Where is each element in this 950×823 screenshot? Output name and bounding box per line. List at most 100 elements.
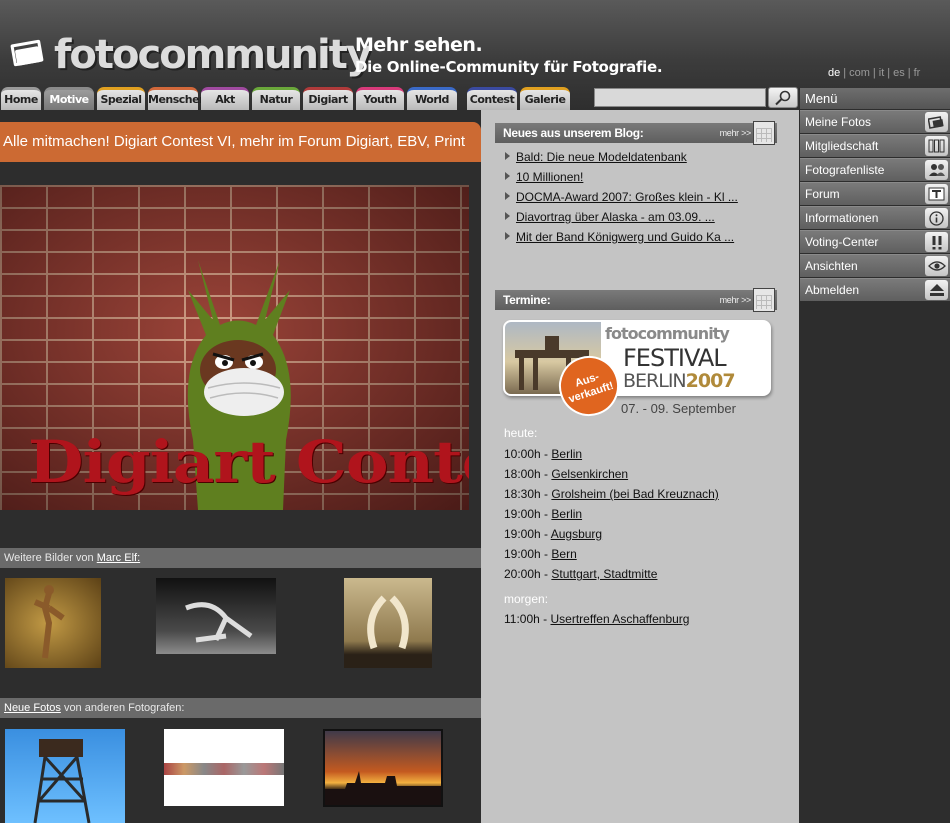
- event-item: 18:30h - Grolsheim (bei Bad Kreuznach): [504, 487, 719, 501]
- tab-spezial[interactable]: Spezial: [97, 87, 145, 110]
- author-photo-thumb[interactable]: [156, 578, 276, 654]
- search-button[interactable]: [768, 87, 798, 108]
- menu-item-meine-fotos[interactable]: Meine Fotos: [800, 110, 950, 133]
- blog-item[interactable]: DOCMA-Award 2007: Großes klein - Kl ...: [505, 190, 738, 204]
- event-place-link[interactable]: Berlin: [551, 507, 582, 521]
- event-item: 10:00h - Berlin: [504, 447, 582, 461]
- blog-item[interactable]: 10 Millionen!: [505, 170, 583, 184]
- tab-youth[interactable]: Youth: [356, 87, 404, 110]
- arrow-right-icon: [505, 192, 510, 200]
- festival-city: BERLIN: [623, 370, 687, 392]
- tab-akt[interactable]: Akt: [201, 87, 249, 110]
- site-logo[interactable]: fotocommunity: [8, 30, 372, 80]
- search-icon: [775, 90, 791, 105]
- festival-dates: 07. - 09. September: [621, 401, 736, 416]
- lang-com[interactable]: com: [849, 67, 870, 79]
- new-photo-thumb[interactable]: [5, 729, 125, 823]
- language-switcher: de | com | it | es | fr: [828, 67, 920, 79]
- voting-icon: [925, 232, 948, 252]
- event-time: 11:00h -: [504, 612, 548, 626]
- event-place-link[interactable]: Gelsenkirchen: [551, 467, 628, 481]
- blog-item-link[interactable]: Mit der Band Königwerg und Guido Ka ...: [516, 230, 734, 244]
- tab-digiart[interactable]: Digiart: [303, 87, 353, 110]
- menu-item-ansichten[interactable]: Ansichten: [800, 254, 950, 277]
- lang-it[interactable]: it: [879, 67, 885, 79]
- today-label: heute:: [504, 426, 538, 440]
- lang-fr[interactable]: fr: [914, 67, 921, 79]
- tab-menschen[interactable]: Menschen: [148, 87, 207, 110]
- menu-item-informationen[interactable]: Informationen: [800, 206, 950, 229]
- membership-icon: [925, 136, 948, 156]
- menu-item-label: Ansichten: [805, 259, 858, 273]
- separator: |: [907, 67, 911, 79]
- lang-es[interactable]: es: [893, 67, 905, 79]
- event-item: 19:00h - Bern: [504, 547, 577, 561]
- menu-item-label: Meine Fotos: [805, 115, 872, 129]
- more-by-author-bar: Weitere Bilder von Marc Elf:: [0, 548, 481, 568]
- tab-galerie[interactable]: Galerie: [520, 87, 570, 110]
- tab-contest[interactable]: Contest: [467, 87, 517, 110]
- menu-item-label: Fotografenliste: [805, 163, 885, 177]
- event-time: 10:00h -: [504, 447, 549, 461]
- search-input[interactable]: [594, 88, 766, 107]
- event-time: 19:00h -: [504, 527, 549, 541]
- event-item: 19:00h - Berlin: [504, 507, 582, 521]
- blog-item-link[interactable]: DOCMA-Award 2007: Großes klein - Kl ...: [516, 190, 738, 204]
- more-by-prefix: Weitere Bilder von: [4, 552, 94, 564]
- event-place-link[interactable]: Grolsheim (bei Bad Kreuznach): [551, 487, 718, 501]
- event-place-link[interactable]: Bern: [551, 547, 576, 561]
- event-item: 20:00h - Stuttgart, Stadtmitte: [504, 567, 657, 581]
- festival-banner[interactable]: fotocommunity FESTIVAL BERLIN2007 Aus- v…: [503, 320, 775, 424]
- menu-item-abmelden[interactable]: Abmelden: [800, 278, 950, 301]
- menu-item-mitgliedschaft[interactable]: Mitgliedschaft: [800, 134, 950, 157]
- tab-home[interactable]: Home: [1, 87, 41, 110]
- logo-text: fotocommunity: [54, 32, 372, 78]
- tomorrow-label: morgen:: [504, 592, 549, 606]
- new-photo-thumb[interactable]: [164, 729, 284, 806]
- menu-title: Menü: [800, 88, 950, 109]
- lang-de[interactable]: de: [828, 67, 840, 79]
- tab-motive[interactable]: Motive: [44, 87, 94, 110]
- new-photo-thumb[interactable]: [323, 729, 443, 807]
- blog-item[interactable]: Mit der Band Königwerg und Guido Ka ...: [505, 230, 734, 244]
- blog-item-link[interactable]: Diavortrag über Alaska - am 03.09. ...: [516, 210, 715, 224]
- menu-item-voting-center[interactable]: Voting-Center: [800, 230, 950, 253]
- author-photo-thumb[interactable]: [344, 578, 432, 668]
- arrow-right-icon: [505, 212, 510, 220]
- events-title: Termine:: [503, 293, 551, 307]
- contest-banner[interactable]: Alle mitmachen! Digiart Contest VI, mehr…: [0, 122, 481, 162]
- blog-item[interactable]: Bald: Die neue Modeldatenbank: [505, 150, 687, 164]
- event-place-link[interactable]: Usertreffen Aschaffenburg: [551, 612, 690, 626]
- tab-world[interactable]: World: [407, 87, 457, 110]
- event-place-link[interactable]: Berlin: [551, 447, 582, 461]
- new-photos-link[interactable]: Neue Fotos: [4, 702, 61, 714]
- festival-title: FESTIVAL: [623, 344, 727, 372]
- blog-item[interactable]: Diavortrag über Alaska - am 03.09. ...: [505, 210, 715, 224]
- event-place-link[interactable]: Augsburg: [551, 527, 602, 541]
- event-place-link[interactable]: Stuttgart, Stadtmitte: [551, 567, 657, 581]
- menu-item-label: Abmelden: [805, 283, 860, 297]
- calendar-icon[interactable]: [753, 288, 775, 312]
- event-item: 11:00h - Usertreffen Aschaffenburg: [504, 612, 689, 626]
- tagline-line2: Die Online-Community für Fotografie.: [355, 58, 663, 76]
- menu-item-label: Mitgliedschaft: [805, 139, 879, 153]
- calendar-icon[interactable]: [753, 121, 775, 145]
- info-icon: [925, 208, 948, 228]
- author-link[interactable]: Marc Elf:: [97, 552, 140, 564]
- event-time: 18:00h -: [504, 467, 549, 481]
- side-menu: Menü Meine Fotos Mitgliedschaft Fotograf…: [799, 88, 950, 823]
- blog-title: Neues aus unserem Blog:: [503, 126, 644, 140]
- blog-item-link[interactable]: Bald: Die neue Modeldatenbank: [516, 150, 687, 164]
- eject-icon: [925, 280, 948, 300]
- menu-item-forum[interactable]: Forum: [800, 182, 950, 205]
- blog-item-link[interactable]: 10 Millionen!: [516, 170, 583, 184]
- author-photo-thumb[interactable]: [5, 578, 101, 668]
- arrow-right-icon: [505, 232, 510, 240]
- contest-image[interactable]: Digiart Contest VI: [0, 185, 469, 510]
- menu-item-fotografenliste[interactable]: Fotografenliste: [800, 158, 950, 181]
- blog-more-link[interactable]: mehr >>: [720, 123, 752, 143]
- blog-header: Neues aus unserem Blog: mehr >>: [495, 121, 777, 145]
- tab-natur[interactable]: Natur: [252, 87, 300, 110]
- new-photos-bar: Neue Fotos von anderen Fotografen:: [0, 698, 481, 718]
- events-more-link[interactable]: mehr >>: [720, 290, 752, 310]
